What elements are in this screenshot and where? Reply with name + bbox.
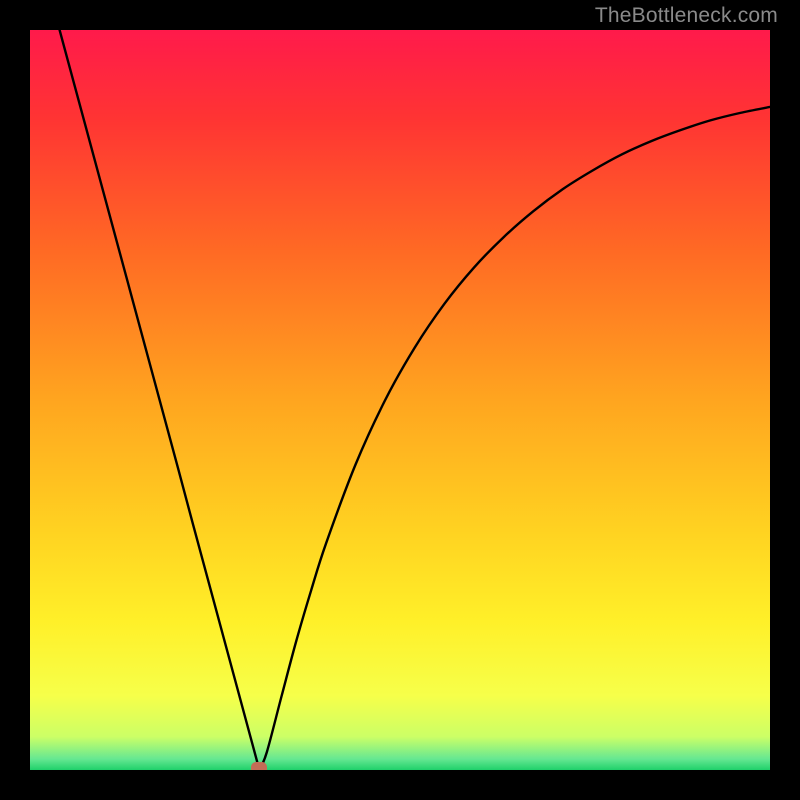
chart-frame: TheBottleneck.com bbox=[0, 0, 800, 800]
bottleneck-curve bbox=[60, 30, 770, 770]
plot-area bbox=[30, 30, 770, 770]
minimum-marker bbox=[251, 762, 267, 770]
curve-layer bbox=[30, 30, 770, 770]
attribution-text: TheBottleneck.com bbox=[595, 4, 778, 28]
